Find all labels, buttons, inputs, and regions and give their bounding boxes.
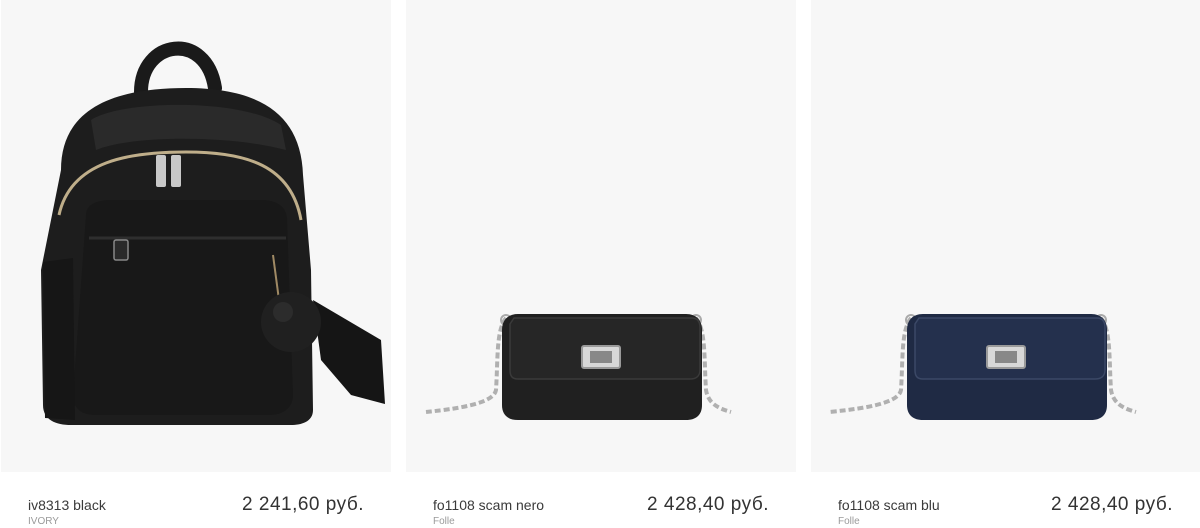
handbag-icon bbox=[828, 314, 1137, 420]
product-grid: iv8313 black IVORY 2 241,60 руб. fo1108 … bbox=[0, 0, 1200, 528]
product-price: 2 241,60 руб. bbox=[242, 494, 364, 515]
product-info: fo1108 scam blu Folle 2 428,40 руб. bbox=[838, 492, 1173, 528]
product-name[interactable]: fo1108 scam blu bbox=[838, 497, 940, 513]
product-brand: Folle bbox=[433, 516, 455, 527]
product-card[interactable]: iv8313 black IVORY 2 241,60 руб. bbox=[1, 0, 391, 528]
handbag-icon bbox=[425, 314, 732, 420]
product-card[interactable]: fo1108 scam blu Folle 2 428,40 руб. bbox=[811, 0, 1200, 528]
product-price: 2 428,40 руб. bbox=[1051, 494, 1173, 515]
product-info: fo1108 scam nero Folle 2 428,40 руб. bbox=[433, 492, 769, 528]
product-info: iv8313 black IVORY 2 241,60 руб. bbox=[28, 492, 364, 528]
product-name[interactable]: fo1108 scam nero bbox=[433, 497, 544, 513]
product-price: 2 428,40 руб. bbox=[647, 494, 769, 515]
product-brand: Folle bbox=[838, 516, 860, 527]
product-image[interactable] bbox=[406, 0, 796, 472]
backpack-icon bbox=[41, 41, 385, 425]
product-name[interactable]: iv8313 black bbox=[28, 497, 106, 513]
product-image[interactable] bbox=[1, 0, 391, 472]
product-card[interactable]: fo1108 scam nero Folle 2 428,40 руб. bbox=[406, 0, 796, 528]
product-image[interactable] bbox=[811, 0, 1200, 472]
product-brand: IVORY bbox=[28, 516, 59, 527]
